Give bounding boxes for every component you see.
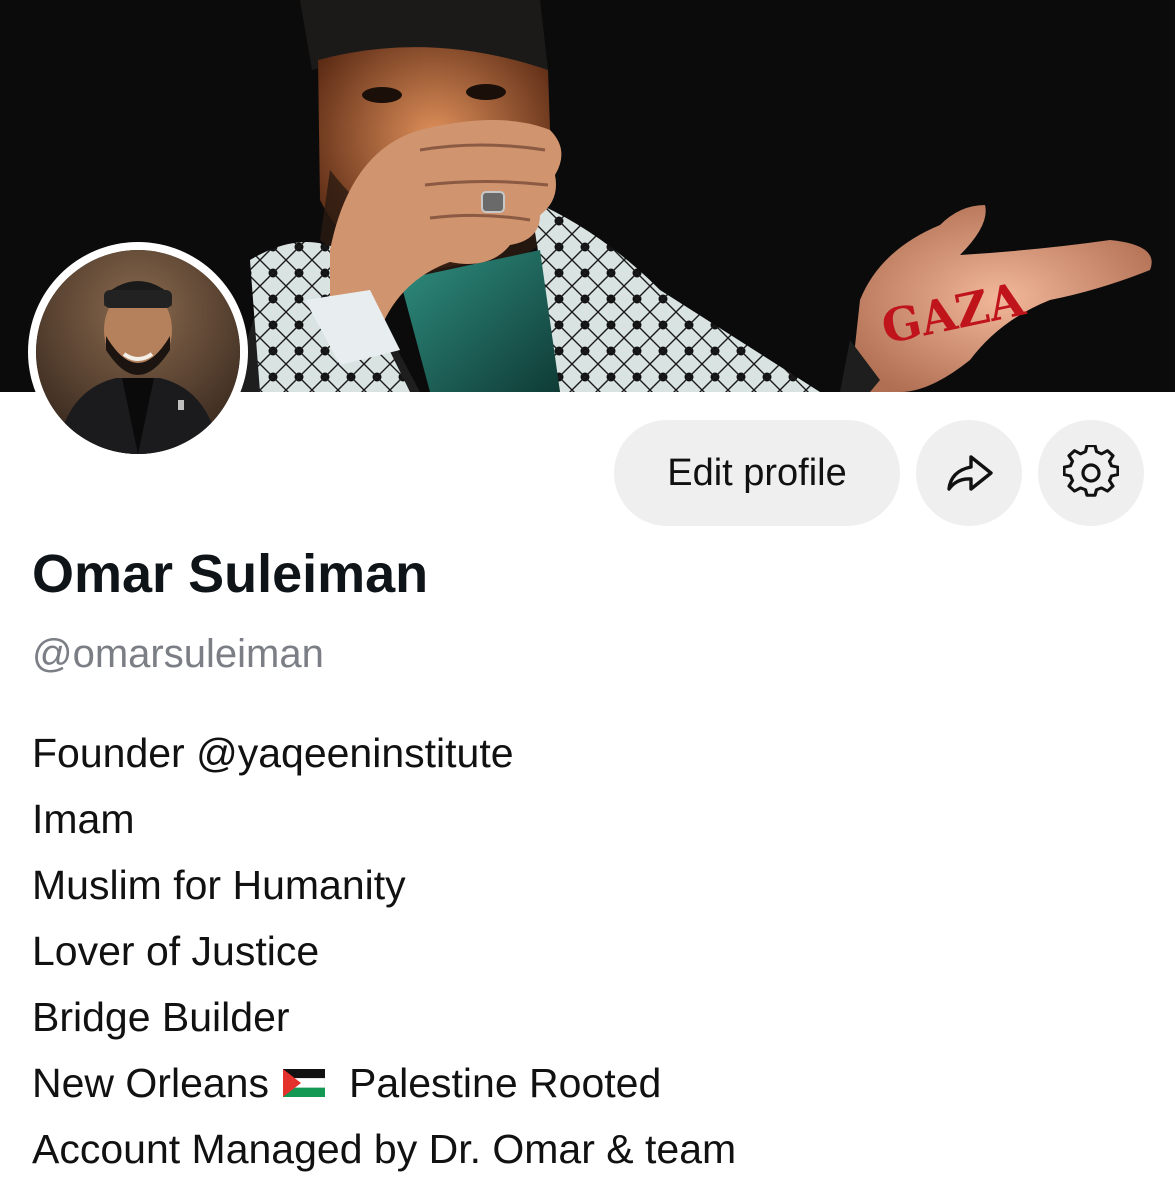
- edit-profile-button[interactable]: Edit profile: [614, 420, 900, 526]
- bio-location-line: New Orleans Palestine Rooted: [32, 1050, 736, 1116]
- avatar-ring: [28, 242, 248, 462]
- palestine-flag-icon: [282, 1069, 325, 1097]
- bio-line[interactable]: Founder @yaqeeninstitute: [32, 720, 736, 786]
- settings-button[interactable]: [1038, 420, 1144, 526]
- location-after-flag: Palestine Rooted: [348, 1060, 662, 1106]
- profile-page: GAZA Edit profile Omar Suleiman @omarsul…: [0, 0, 1175, 1200]
- avatar-photo: [36, 250, 240, 454]
- profile-handle: @omarsuleiman: [32, 632, 324, 676]
- bio-line: Bridge Builder: [32, 994, 290, 1040]
- bio-line: Muslim for Humanity: [32, 862, 406, 908]
- bio-line: Lover of Justice: [32, 928, 320, 974]
- share-profile-button[interactable]: [916, 420, 1022, 526]
- bio-managed-line: Account Managed by Dr. Omar & team: [32, 1126, 737, 1172]
- share-arrow-icon: [947, 455, 993, 491]
- profile-name: Omar Suleiman: [32, 544, 429, 604]
- gear-icon: [1063, 445, 1119, 497]
- profile-bio: Founder @yaqeeninstitute Imam Muslim for…: [32, 720, 736, 1182]
- location-before-flag: New Orleans: [32, 1060, 269, 1106]
- bio-line: Imam: [32, 796, 135, 842]
- avatar[interactable]: [36, 250, 240, 454]
